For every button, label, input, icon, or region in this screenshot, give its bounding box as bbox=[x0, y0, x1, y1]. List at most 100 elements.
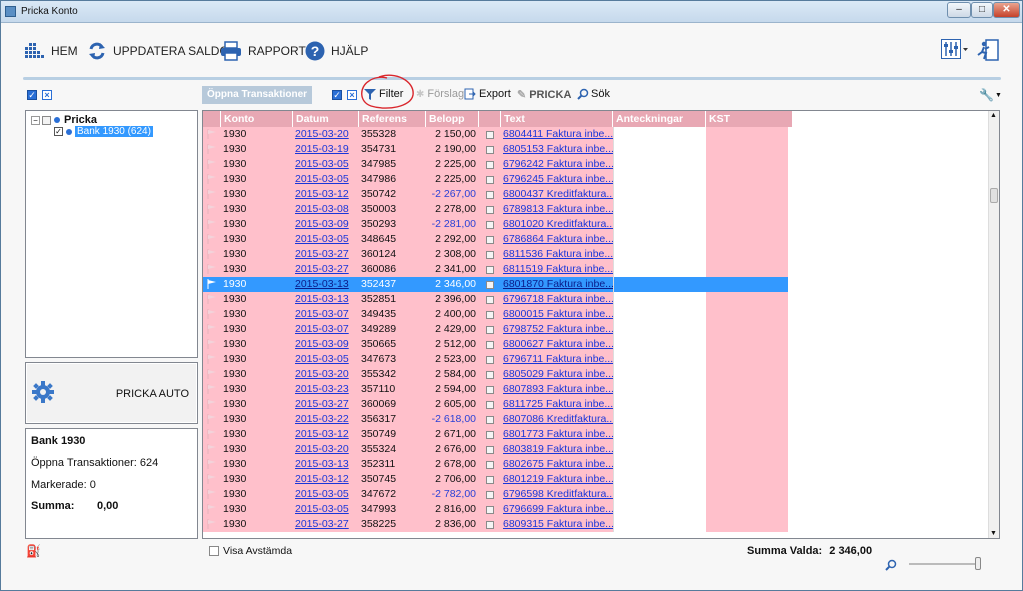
collapse-icon[interactable]: − bbox=[31, 115, 40, 125]
row-checkbox-cell[interactable] bbox=[479, 412, 501, 427]
table-row[interactable]: 1930 2015-03-20 355324 2 676,00 6803819 Fakt… bbox=[203, 442, 792, 457]
col-text-header[interactable]: Text bbox=[501, 111, 613, 127]
row-checkbox[interactable] bbox=[486, 520, 494, 529]
anteckningar-cell[interactable] bbox=[613, 307, 706, 322]
row-flag-cell[interactable] bbox=[203, 127, 221, 142]
kst-cell[interactable] bbox=[706, 427, 788, 442]
text-link[interactable]: 6809315 Faktura inbe... bbox=[501, 517, 613, 532]
text-link[interactable]: 6796711 Faktura inbe... bbox=[501, 352, 613, 367]
tree-child-checkbox[interactable]: ✓ bbox=[54, 127, 63, 136]
row-flag-cell[interactable] bbox=[203, 277, 221, 292]
export-button[interactable]: Export bbox=[464, 88, 511, 100]
row-checkbox-cell[interactable] bbox=[479, 337, 501, 352]
row-checkbox[interactable] bbox=[486, 310, 494, 319]
row-checkbox[interactable] bbox=[486, 295, 494, 304]
datum-link[interactable]: 2015-03-19 bbox=[293, 142, 359, 157]
kst-cell[interactable] bbox=[706, 232, 788, 247]
kst-cell[interactable] bbox=[706, 202, 788, 217]
col-datum-header[interactable]: Datum bbox=[293, 111, 359, 127]
row-checkbox-cell[interactable] bbox=[479, 142, 501, 157]
datum-link[interactable]: 2015-03-22 bbox=[293, 412, 359, 427]
row-checkbox[interactable] bbox=[486, 190, 494, 199]
anteckningar-cell[interactable] bbox=[613, 157, 706, 172]
row-flag-cell[interactable] bbox=[203, 202, 221, 217]
row-checkbox[interactable] bbox=[486, 205, 494, 214]
anteckningar-cell[interactable] bbox=[613, 337, 706, 352]
text-link[interactable]: 6801773 Faktura inbe... bbox=[501, 427, 613, 442]
anteckningar-cell[interactable] bbox=[613, 367, 706, 382]
kst-cell[interactable] bbox=[706, 487, 788, 502]
scroll-down-arrow[interactable]: ▼ bbox=[990, 530, 997, 537]
row-flag-cell[interactable] bbox=[203, 412, 221, 427]
row-flag-cell[interactable] bbox=[203, 502, 221, 517]
scroll-up-arrow[interactable]: ▲ bbox=[990, 112, 997, 119]
text-link[interactable]: 6800627 Faktura inbe... bbox=[501, 337, 613, 352]
table-row[interactable]: 1930 2015-03-13 352851 2 396,00 6796718 Fakt… bbox=[203, 292, 792, 307]
anteckningar-cell[interactable] bbox=[613, 262, 706, 277]
anteckningar-cell[interactable] bbox=[613, 352, 706, 367]
row-checkbox[interactable] bbox=[486, 340, 494, 349]
grid-check-all[interactable]: ✓ bbox=[332, 90, 342, 100]
row-checkbox[interactable] bbox=[486, 400, 494, 409]
row-flag-cell[interactable] bbox=[203, 187, 221, 202]
anteckningar-cell[interactable] bbox=[613, 247, 706, 262]
col-check-header[interactable] bbox=[479, 111, 501, 127]
row-checkbox[interactable] bbox=[486, 385, 494, 394]
datum-link[interactable]: 2015-03-08 bbox=[293, 202, 359, 217]
text-link[interactable]: 6804411 Faktura inbe... bbox=[501, 127, 613, 142]
row-checkbox-cell[interactable] bbox=[479, 277, 501, 292]
anteckningar-cell[interactable] bbox=[613, 382, 706, 397]
row-flag-cell[interactable] bbox=[203, 382, 221, 397]
row-flag-cell[interactable] bbox=[203, 367, 221, 382]
row-flag-cell[interactable] bbox=[203, 397, 221, 412]
datum-link[interactable]: 2015-03-12 bbox=[293, 472, 359, 487]
show-reconciled-checkbox[interactable] bbox=[209, 546, 219, 556]
table-row[interactable]: 1930 2015-03-22 356317 -2 618,00 6807086 Kre… bbox=[203, 412, 792, 427]
datum-link[interactable]: 2015-03-05 bbox=[293, 502, 359, 517]
pricka-auto-button[interactable]: PRICKA AUTO bbox=[25, 362, 198, 424]
datum-link[interactable]: 2015-03-13 bbox=[293, 457, 359, 472]
table-row[interactable]: 1930 2015-03-27 360086 2 341,00 6811519 Fakt… bbox=[203, 262, 792, 277]
datum-link[interactable]: 2015-03-07 bbox=[293, 322, 359, 337]
row-checkbox[interactable] bbox=[486, 370, 494, 379]
table-row[interactable]: 1930 2015-03-09 350665 2 512,00 6800627 Fakt… bbox=[203, 337, 792, 352]
row-flag-cell[interactable] bbox=[203, 337, 221, 352]
text-link[interactable]: 6796718 Faktura inbe... bbox=[501, 292, 613, 307]
table-row[interactable]: 1930 2015-03-12 350745 2 706,00 6801219 Fakt… bbox=[203, 472, 792, 487]
anteckningar-cell[interactable] bbox=[613, 472, 706, 487]
datum-link[interactable]: 2015-03-27 bbox=[293, 517, 359, 532]
row-checkbox[interactable] bbox=[486, 280, 494, 289]
home-button[interactable]: HEM bbox=[23, 38, 78, 64]
anteckningar-cell[interactable] bbox=[613, 427, 706, 442]
col-belopp-header[interactable]: Belopp bbox=[426, 111, 479, 127]
row-checkbox[interactable] bbox=[486, 355, 494, 364]
row-checkbox-cell[interactable] bbox=[479, 292, 501, 307]
table-row[interactable]: 1930 2015-03-27 360069 2 605,00 6811725 Fakt… bbox=[203, 397, 792, 412]
datum-link[interactable]: 2015-03-13 bbox=[293, 292, 359, 307]
text-link[interactable]: 6805029 Faktura inbe... bbox=[501, 367, 613, 382]
row-checkbox[interactable] bbox=[486, 475, 494, 484]
datum-link[interactable]: 2015-03-05 bbox=[293, 157, 359, 172]
tree-node-bank[interactable]: ✓ Bank 1930 (624) bbox=[54, 126, 153, 137]
anteckningar-cell[interactable] bbox=[613, 442, 706, 457]
row-checkbox-cell[interactable] bbox=[479, 232, 501, 247]
anteckningar-cell[interactable] bbox=[613, 127, 706, 142]
row-checkbox-cell[interactable] bbox=[479, 427, 501, 442]
text-link[interactable]: 6811519 Faktura inbe... bbox=[501, 262, 613, 277]
text-link[interactable]: 6803819 Faktura inbe... bbox=[501, 442, 613, 457]
table-row[interactable]: 1930 2015-03-05 347993 2 816,00 6796699 Fakt… bbox=[203, 502, 792, 517]
row-checkbox-cell[interactable] bbox=[479, 307, 501, 322]
datum-link[interactable]: 2015-03-07 bbox=[293, 307, 359, 322]
tree-check-all[interactable]: ✓ bbox=[27, 90, 37, 100]
row-flag-cell[interactable] bbox=[203, 247, 221, 262]
vertical-scrollbar[interactable]: ▲ ▼ bbox=[988, 111, 999, 538]
text-link[interactable]: 6801219 Faktura inbe... bbox=[501, 472, 613, 487]
kst-cell[interactable] bbox=[706, 322, 788, 337]
open-transactions-tab[interactable]: Öppna Transaktioner bbox=[202, 86, 313, 104]
table-row[interactable]: 1930 2015-03-07 349435 2 400,00 6800015 Fakt… bbox=[203, 307, 792, 322]
table-row[interactable]: 1930 2015-03-12 350749 2 671,00 6801773 Fakt… bbox=[203, 427, 792, 442]
anteckningar-cell[interactable] bbox=[613, 502, 706, 517]
col-referens-header[interactable]: Referens bbox=[359, 111, 426, 127]
table-row[interactable]: 1930 2015-03-09 350293 -2 281,00 6801020 Kre… bbox=[203, 217, 792, 232]
kst-cell[interactable] bbox=[706, 277, 788, 292]
